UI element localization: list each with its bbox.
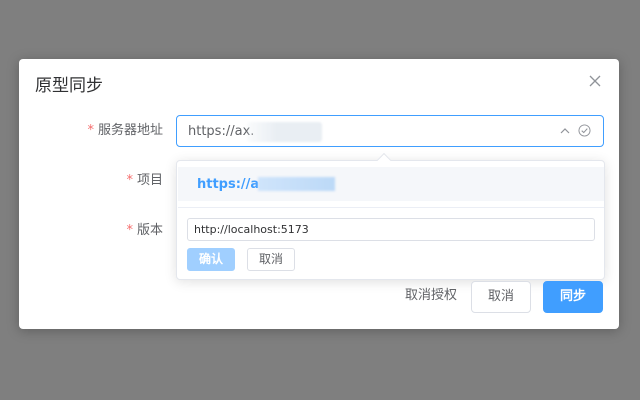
sync-button[interactable]: 同步 [543, 281, 603, 313]
chevron-up-icon[interactable] [559, 125, 571, 137]
dropdown-option[interactable]: https://ax [178, 167, 604, 201]
sync-dialog: 原型同步 * 服务器地址 * 项目 * 版本 https://ax. https://… [19, 59, 619, 329]
revoke-authorization-button[interactable]: 取消授权 [405, 287, 457, 305]
close-icon[interactable] [587, 73, 603, 89]
check-circle-icon [578, 124, 591, 137]
new-url-input[interactable] [187, 218, 595, 241]
required-mark: * [87, 123, 94, 138]
version-label-text: 版本 [136, 223, 163, 238]
project-label-text: 项目 [136, 173, 163, 188]
dropdown-option-text: https://ax [197, 177, 268, 192]
dropdown-caret [376, 152, 392, 168]
cancel-small-button[interactable]: 取消 [247, 248, 295, 271]
server-address-label: * 服务器地址 [87, 122, 163, 140]
version-label: * 版本 [126, 222, 163, 240]
cancel-button[interactable]: 取消 [471, 281, 531, 313]
server-address-select[interactable]: https://ax. [176, 115, 604, 147]
redacted-mask [247, 122, 322, 142]
redacted-mask [258, 177, 335, 191]
project-label: * 项目 [126, 172, 163, 190]
required-mark: * [126, 173, 133, 188]
confirm-button[interactable]: 确认 [187, 248, 235, 271]
server-address-value: https://ax. [188, 124, 255, 139]
server-address-label-text: 服务器地址 [97, 123, 163, 138]
required-mark: * [126, 223, 133, 238]
dropdown-divider [178, 207, 604, 208]
dialog-title: 原型同步 [35, 76, 103, 96]
server-address-dropdown: https://ax 确认 取消 [176, 152, 605, 280]
